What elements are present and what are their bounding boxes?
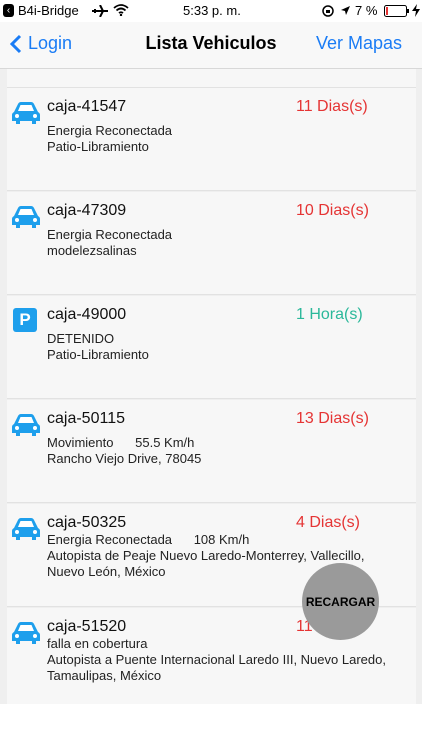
vehicle-location: Autopista a Puente Internacional Laredo …: [47, 652, 386, 667]
status-time: 5:33 p. m.: [183, 3, 241, 18]
reload-button[interactable]: RECARGAR: [302, 563, 379, 640]
partial-list-item[interactable]: [7, 69, 416, 88]
vehicle-duration: 1 Hora(s): [296, 306, 363, 323]
vehicle-name: caja-49000: [47, 306, 127, 323]
vehicle-status: Energia Reconectada: [47, 123, 173, 138]
vehicle-duration: 4 Dias(s): [296, 514, 361, 531]
back-button[interactable]: Login: [10, 33, 72, 54]
vehicle-location-line2: Nuevo León, México: [47, 564, 166, 579]
vehicle-name: caja-51520: [47, 618, 127, 635]
location-icon: [341, 6, 350, 15]
chevron-left-icon: [10, 34, 22, 53]
bottom-area: [0, 704, 422, 750]
vehicle-name: caja-41547: [47, 98, 127, 115]
vehicle-location: Autopista de Peaje Nuevo Laredo-Monterre…: [47, 548, 365, 563]
status-bar: ‹ B4i-Bridge 5:33 p. m. 7 %: [0, 0, 422, 22]
back-app-label[interactable]: B4i-Bridge: [18, 3, 79, 18]
rotation-lock-icon: [322, 5, 334, 17]
vehicle-status: Energia Reconectada 108 Km/h: [47, 532, 250, 547]
list-item[interactable]: caja-47309 10 Dias(s) Energia Reconectad…: [7, 192, 416, 295]
vehicle-status: Movimiento 55.5 Km/h: [47, 435, 195, 450]
back-label[interactable]: Login: [28, 33, 72, 54]
view-maps-button[interactable]: Ver Mapas: [316, 33, 402, 54]
battery-icon: [384, 5, 409, 17]
navigation-bar: Login Lista Vehiculos Ver Mapas: [0, 22, 422, 69]
list-item[interactable]: caja-50115 13 Dias(s) Movimiento 55.5 Km…: [7, 400, 416, 503]
vehicle-duration: 13 Dias(s): [296, 410, 369, 427]
vehicle-status: DETENIDO: [47, 331, 115, 346]
vehicle-location: modelezsalinas: [47, 243, 137, 258]
car-icon: [12, 518, 40, 540]
vehicle-name: caja-50115: [47, 410, 125, 427]
vehicle-duration: 10 Dias(s): [296, 202, 369, 219]
vehicle-status: Energia Reconectada: [47, 227, 173, 242]
parking-icon: P: [13, 308, 43, 334]
car-icon: [12, 102, 40, 124]
vehicle-location-line2: Tamaulipas, México: [47, 668, 162, 683]
wifi-icon: [113, 4, 129, 16]
car-icon: [12, 622, 40, 644]
list-item[interactable]: P caja-49000 1 Hora(s) DETENIDO Patio-Li…: [7, 296, 416, 399]
charging-bolt-icon: [412, 4, 420, 17]
vehicle-name: caja-47309: [47, 202, 127, 219]
back-to-app-icon[interactable]: ‹: [3, 4, 14, 17]
car-icon: [12, 414, 40, 436]
vehicle-duration: 11 Dias(s): [296, 98, 368, 115]
car-icon: [12, 206, 40, 228]
vehicle-location: Patio-Libramiento: [47, 139, 149, 154]
battery-percent: 7 %: [355, 3, 378, 18]
airplane-icon: [92, 5, 108, 17]
vehicle-location: Rancho Viejo Drive, 78045: [47, 451, 202, 466]
list-item[interactable]: caja-41547 11 Dias(s) Energia Reconectad…: [7, 88, 416, 191]
vehicle-location: Patio-Libramiento: [47, 347, 149, 362]
vehicle-status: falla en cobertura: [47, 636, 148, 651]
vehicle-name: caja-50325: [47, 514, 127, 531]
